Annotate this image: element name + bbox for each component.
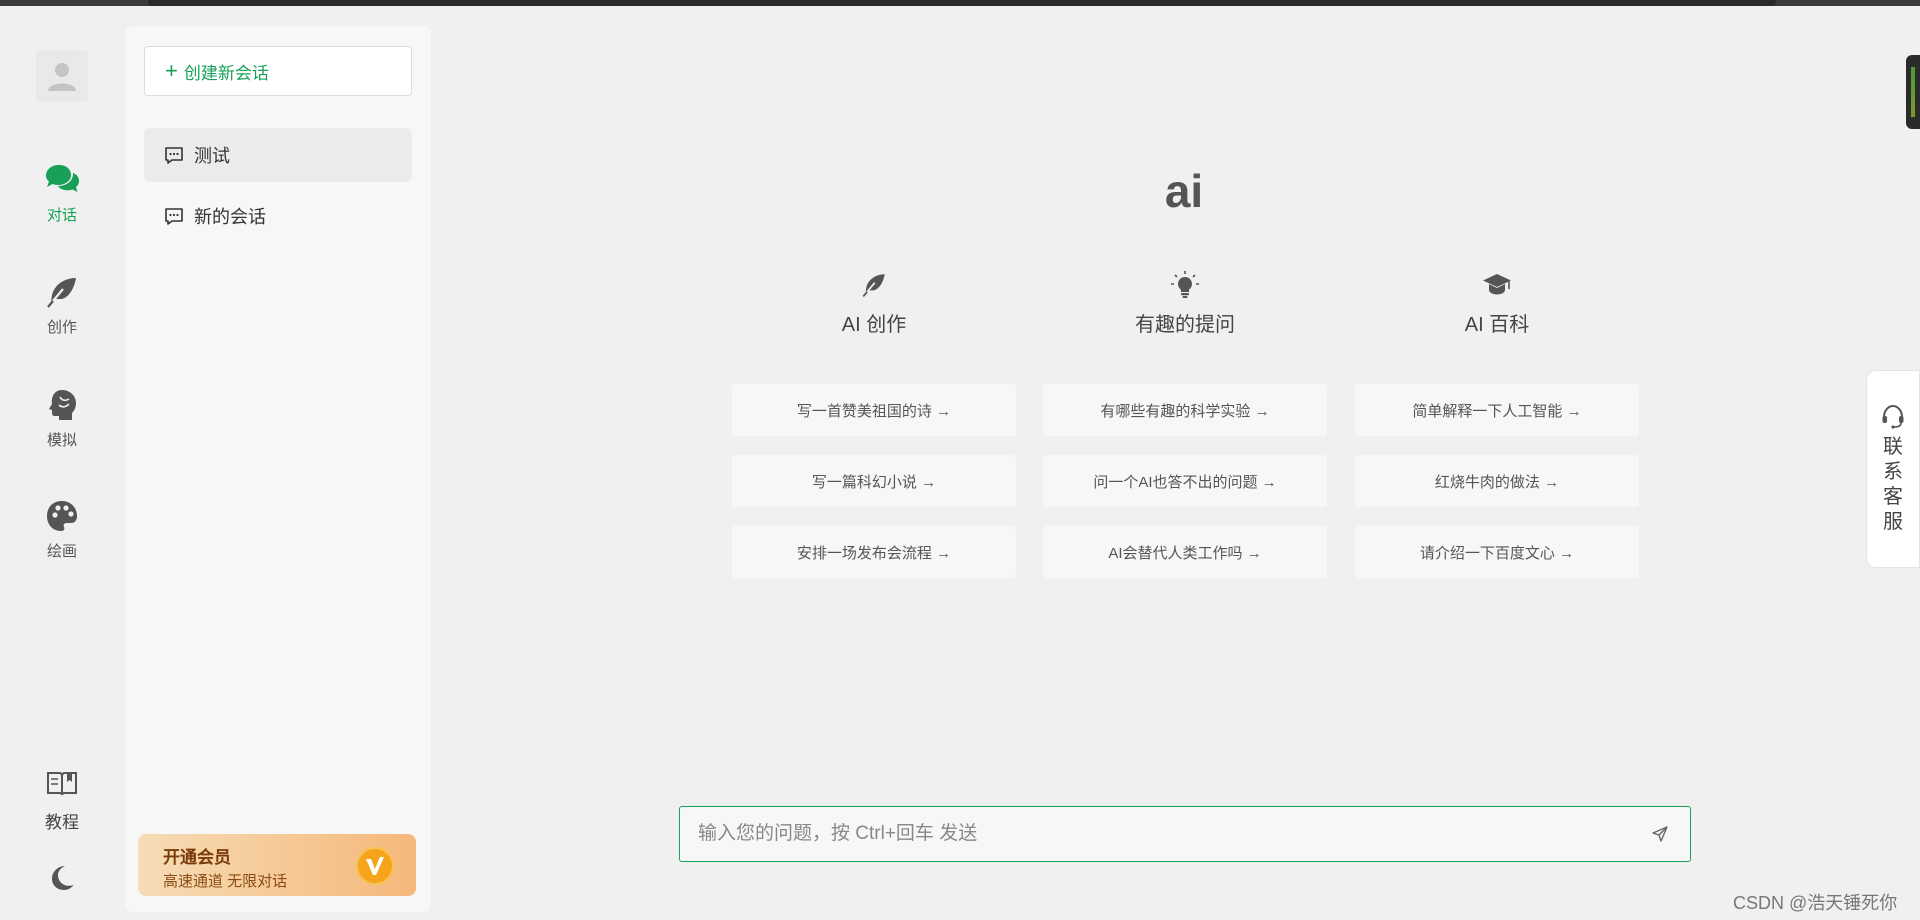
browser-top-bar-inner	[148, 0, 1776, 6]
send-button[interactable]	[1630, 806, 1690, 862]
book-icon	[44, 766, 80, 802]
feather-icon	[859, 270, 889, 300]
rail-item-label: 创作	[46, 319, 77, 336]
conversation-item[interactable]: 新的会话	[144, 189, 412, 243]
message-square-icon	[165, 208, 183, 225]
user-icon	[48, 63, 76, 91]
scrollbar-handle[interactable]	[1906, 55, 1920, 129]
suggestion-prompt[interactable]: 有哪些有趣的科学实验 →	[1043, 384, 1327, 436]
rail-item-tutorial[interactable]: 教程	[22, 766, 102, 836]
rail-item-paint[interactable]: 绘画	[22, 498, 102, 568]
browser-top-bar	[0, 0, 1920, 6]
column-title: AI 百科	[1464, 314, 1530, 336]
headset-icon	[1882, 404, 1904, 429]
suggestion-prompt[interactable]: 简单解释一下人工智能 →	[1355, 384, 1639, 436]
head-profile-icon	[44, 387, 80, 423]
suggestion-prompt[interactable]: 写一篇科幻小说 →	[732, 455, 1016, 507]
rail-item-label: 教程	[45, 813, 79, 832]
suggestion-column-encyclopedia: AI 百科 简单解释一下人工智能 → 红烧牛肉的做法 → 请介绍一下百度文心 →	[1355, 270, 1639, 578]
new-chat-button[interactable]: + 创建新会话	[144, 46, 412, 96]
conversation-sidebar: + 创建新会话 测试 新的会话 开通会员 高速通道 无限对话	[125, 26, 431, 912]
vip-badge-icon	[356, 847, 394, 885]
support-label-char: 客	[1883, 486, 1903, 508]
suggestion-prompt[interactable]: 红烧牛肉的做法 →	[1355, 455, 1639, 507]
chat-bubbles-icon	[44, 162, 80, 198]
conversation-item[interactable]: 测试	[144, 128, 412, 182]
rail-item-label: 模拟	[46, 432, 77, 449]
lightbulb-icon	[1170, 270, 1200, 300]
plus-icon: +	[165, 58, 178, 83]
message-square-icon	[165, 147, 183, 164]
suggestion-column-fun-questions: 有趣的提问 有哪些有趣的科学实验 → 问一个AI也答不出的问题 → AI会替代人…	[1043, 270, 1327, 578]
brand-title: ai	[1164, 165, 1204, 217]
new-chat-label: 创建新会话	[183, 63, 269, 83]
vip-upgrade-banner[interactable]: 开通会员 高速通道 无限对话	[138, 834, 416, 896]
suggestion-prompt[interactable]: 请介绍一下百度文心 →	[1355, 526, 1639, 578]
support-label-char: 系	[1883, 461, 1903, 483]
suggestion-column-creation: AI 创作 写一首赞美祖国的诗 → 写一篇科幻小说 → 安排一场发布会流程 →	[732, 270, 1016, 578]
rail-item-label: 对话	[46, 207, 77, 224]
moon-icon	[44, 860, 80, 896]
suggestion-prompt[interactable]: 问一个AI也答不出的问题 →	[1043, 455, 1327, 507]
graduation-cap-icon	[1482, 270, 1512, 300]
support-label-char: 服	[1883, 511, 1903, 533]
contact-support-tab[interactable]: 联 系 客 服	[1866, 370, 1920, 568]
palette-icon	[44, 498, 80, 534]
suggestion-prompt[interactable]: 安排一场发布会流程 →	[732, 526, 1016, 578]
chat-input-box	[679, 806, 1691, 862]
watermark: CSDN @浩天锤死你	[1733, 893, 1898, 913]
rail-item-simulate[interactable]: 模拟	[22, 387, 102, 457]
conversation-title: 新的会话	[194, 207, 266, 227]
rail-item-chat[interactable]: 对话	[22, 162, 102, 232]
column-title: 有趣的提问	[1135, 314, 1235, 336]
conversation-title: 测试	[194, 146, 230, 166]
chat-input[interactable]	[698, 823, 1630, 845]
feather-icon	[44, 274, 80, 310]
rail-item-create[interactable]: 创作	[22, 274, 102, 344]
avatar[interactable]	[36, 50, 88, 102]
rail-item-label: 绘画	[46, 543, 77, 560]
support-label-char: 联	[1883, 436, 1903, 458]
send-icon	[1652, 826, 1668, 842]
left-rail: 对话 创作 模拟 绘画 教程	[0, 6, 125, 920]
suggestion-prompt[interactable]: AI会替代人类工作吗 →	[1043, 526, 1327, 578]
suggestion-prompt[interactable]: 写一首赞美祖国的诗 →	[732, 384, 1016, 436]
column-title: AI 创作	[841, 314, 907, 336]
theme-toggle[interactable]	[22, 860, 102, 900]
